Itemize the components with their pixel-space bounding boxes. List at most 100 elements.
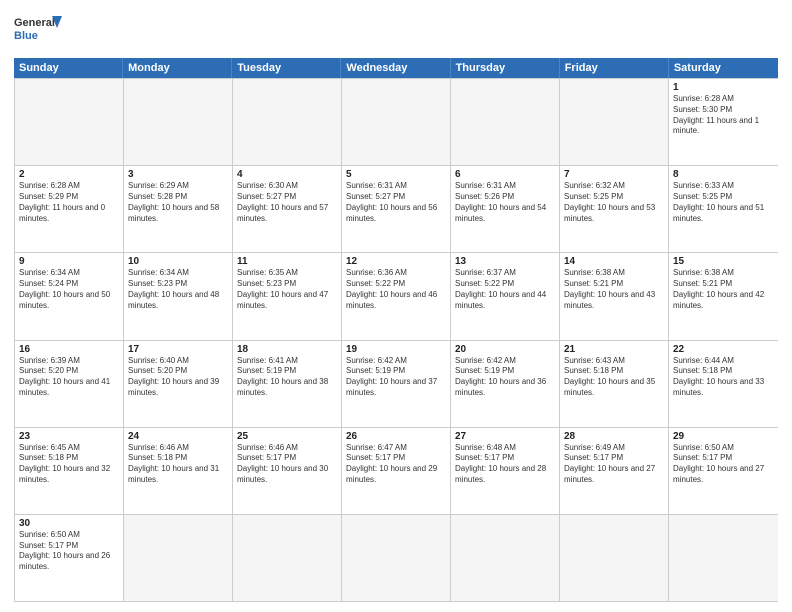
day-header-sunday: Sunday — [14, 58, 123, 78]
calendar-header: SundayMondayTuesdayWednesdayThursdayFrid… — [14, 58, 778, 78]
day-number: 11 — [237, 256, 337, 267]
day-number: 29 — [673, 431, 774, 442]
calendar-cell: 7Sunrise: 6:32 AMSunset: 5:25 PMDaylight… — [560, 166, 669, 252]
day-number: 16 — [19, 344, 119, 355]
cell-info: Sunrise: 6:42 AMSunset: 5:19 PMDaylight:… — [455, 356, 555, 399]
cell-info: Sunrise: 6:40 AMSunset: 5:20 PMDaylight:… — [128, 356, 228, 399]
calendar-cell: 2Sunrise: 6:28 AMSunset: 5:29 PMDaylight… — [15, 166, 124, 252]
calendar-cell: 29Sunrise: 6:50 AMSunset: 5:17 PMDayligh… — [669, 428, 778, 514]
cell-info: Sunrise: 6:32 AMSunset: 5:25 PMDaylight:… — [564, 181, 664, 224]
cell-info: Sunrise: 6:28 AMSunset: 5:30 PMDaylight:… — [673, 94, 774, 137]
day-number: 18 — [237, 344, 337, 355]
logo: General Blue — [14, 12, 64, 50]
day-number: 26 — [346, 431, 446, 442]
day-header-monday: Monday — [123, 58, 232, 78]
calendar-week-4: 16Sunrise: 6:39 AMSunset: 5:20 PMDayligh… — [15, 340, 778, 427]
day-number: 3 — [128, 169, 228, 180]
calendar-cell: 22Sunrise: 6:44 AMSunset: 5:18 PMDayligh… — [669, 341, 778, 427]
cell-info: Sunrise: 6:38 AMSunset: 5:21 PMDaylight:… — [673, 268, 774, 311]
day-number: 27 — [455, 431, 555, 442]
calendar-week-5: 23Sunrise: 6:45 AMSunset: 5:18 PMDayligh… — [15, 427, 778, 514]
cell-info: Sunrise: 6:31 AMSunset: 5:26 PMDaylight:… — [455, 181, 555, 224]
calendar-cell: 12Sunrise: 6:36 AMSunset: 5:22 PMDayligh… — [342, 253, 451, 339]
calendar-cell: 3Sunrise: 6:29 AMSunset: 5:28 PMDaylight… — [124, 166, 233, 252]
day-number: 30 — [19, 518, 119, 529]
cell-info: Sunrise: 6:29 AMSunset: 5:28 PMDaylight:… — [128, 181, 228, 224]
calendar-page: General Blue SundayMondayTuesdayWednesda… — [0, 0, 792, 612]
calendar-cell: 10Sunrise: 6:34 AMSunset: 5:23 PMDayligh… — [124, 253, 233, 339]
day-number: 9 — [19, 256, 119, 267]
page-header: General Blue — [14, 12, 778, 50]
calendar-cell — [124, 515, 233, 601]
calendar-cell — [342, 79, 451, 165]
cell-info: Sunrise: 6:46 AMSunset: 5:17 PMDaylight:… — [237, 443, 337, 486]
day-header-saturday: Saturday — [669, 58, 778, 78]
day-number: 20 — [455, 344, 555, 355]
calendar-cell: 23Sunrise: 6:45 AMSunset: 5:18 PMDayligh… — [15, 428, 124, 514]
calendar-week-1: 1Sunrise: 6:28 AMSunset: 5:30 PMDaylight… — [15, 78, 778, 165]
cell-info: Sunrise: 6:39 AMSunset: 5:20 PMDaylight:… — [19, 356, 119, 399]
cell-info: Sunrise: 6:43 AMSunset: 5:18 PMDaylight:… — [564, 356, 664, 399]
day-number: 2 — [19, 169, 119, 180]
cell-info: Sunrise: 6:42 AMSunset: 5:19 PMDaylight:… — [346, 356, 446, 399]
calendar-cell: 30Sunrise: 6:50 AMSunset: 5:17 PMDayligh… — [15, 515, 124, 601]
cell-info: Sunrise: 6:50 AMSunset: 5:17 PMDaylight:… — [19, 530, 119, 573]
calendar-cell: 16Sunrise: 6:39 AMSunset: 5:20 PMDayligh… — [15, 341, 124, 427]
calendar-cell — [560, 79, 669, 165]
day-header-thursday: Thursday — [451, 58, 560, 78]
calendar-cell: 18Sunrise: 6:41 AMSunset: 5:19 PMDayligh… — [233, 341, 342, 427]
cell-info: Sunrise: 6:33 AMSunset: 5:25 PMDaylight:… — [673, 181, 774, 224]
cell-info: Sunrise: 6:37 AMSunset: 5:22 PMDaylight:… — [455, 268, 555, 311]
calendar-cell: 21Sunrise: 6:43 AMSunset: 5:18 PMDayligh… — [560, 341, 669, 427]
calendar-cell — [342, 515, 451, 601]
calendar: SundayMondayTuesdayWednesdayThursdayFrid… — [14, 58, 778, 602]
calendar-cell — [124, 79, 233, 165]
cell-info: Sunrise: 6:49 AMSunset: 5:17 PMDaylight:… — [564, 443, 664, 486]
day-header-tuesday: Tuesday — [232, 58, 341, 78]
day-number: 19 — [346, 344, 446, 355]
calendar-week-6: 30Sunrise: 6:50 AMSunset: 5:17 PMDayligh… — [15, 514, 778, 601]
day-number: 14 — [564, 256, 664, 267]
svg-text:Blue: Blue — [14, 30, 38, 42]
cell-info: Sunrise: 6:48 AMSunset: 5:17 PMDaylight:… — [455, 443, 555, 486]
logo-svg: General Blue — [14, 12, 64, 50]
day-number: 5 — [346, 169, 446, 180]
calendar-cell: 1Sunrise: 6:28 AMSunset: 5:30 PMDaylight… — [669, 79, 778, 165]
cell-info: Sunrise: 6:50 AMSunset: 5:17 PMDaylight:… — [673, 443, 774, 486]
day-number: 10 — [128, 256, 228, 267]
cell-info: Sunrise: 6:41 AMSunset: 5:19 PMDaylight:… — [237, 356, 337, 399]
calendar-cell: 15Sunrise: 6:38 AMSunset: 5:21 PMDayligh… — [669, 253, 778, 339]
cell-info: Sunrise: 6:36 AMSunset: 5:22 PMDaylight:… — [346, 268, 446, 311]
day-number: 23 — [19, 431, 119, 442]
cell-info: Sunrise: 6:45 AMSunset: 5:18 PMDaylight:… — [19, 443, 119, 486]
calendar-cell — [451, 515, 560, 601]
day-number: 13 — [455, 256, 555, 267]
cell-info: Sunrise: 6:31 AMSunset: 5:27 PMDaylight:… — [346, 181, 446, 224]
calendar-cell — [451, 79, 560, 165]
calendar-cell: 9Sunrise: 6:34 AMSunset: 5:24 PMDaylight… — [15, 253, 124, 339]
cell-info: Sunrise: 6:47 AMSunset: 5:17 PMDaylight:… — [346, 443, 446, 486]
calendar-cell: 20Sunrise: 6:42 AMSunset: 5:19 PMDayligh… — [451, 341, 560, 427]
day-header-wednesday: Wednesday — [341, 58, 450, 78]
cell-info: Sunrise: 6:35 AMSunset: 5:23 PMDaylight:… — [237, 268, 337, 311]
day-number: 28 — [564, 431, 664, 442]
cell-info: Sunrise: 6:44 AMSunset: 5:18 PMDaylight:… — [673, 356, 774, 399]
calendar-cell: 17Sunrise: 6:40 AMSunset: 5:20 PMDayligh… — [124, 341, 233, 427]
day-number: 21 — [564, 344, 664, 355]
cell-info: Sunrise: 6:34 AMSunset: 5:24 PMDaylight:… — [19, 268, 119, 311]
calendar-cell — [15, 79, 124, 165]
svg-text:General: General — [14, 17, 55, 29]
calendar-cell: 25Sunrise: 6:46 AMSunset: 5:17 PMDayligh… — [233, 428, 342, 514]
calendar-cell: 27Sunrise: 6:48 AMSunset: 5:17 PMDayligh… — [451, 428, 560, 514]
day-number: 1 — [673, 82, 774, 93]
cell-info: Sunrise: 6:38 AMSunset: 5:21 PMDaylight:… — [564, 268, 664, 311]
calendar-cell: 8Sunrise: 6:33 AMSunset: 5:25 PMDaylight… — [669, 166, 778, 252]
calendar-cell: 26Sunrise: 6:47 AMSunset: 5:17 PMDayligh… — [342, 428, 451, 514]
calendar-cell — [233, 79, 342, 165]
cell-info: Sunrise: 6:28 AMSunset: 5:29 PMDaylight:… — [19, 181, 119, 224]
calendar-cell — [233, 515, 342, 601]
calendar-cell — [669, 515, 778, 601]
calendar-cell: 28Sunrise: 6:49 AMSunset: 5:17 PMDayligh… — [560, 428, 669, 514]
day-number: 7 — [564, 169, 664, 180]
calendar-cell: 24Sunrise: 6:46 AMSunset: 5:18 PMDayligh… — [124, 428, 233, 514]
